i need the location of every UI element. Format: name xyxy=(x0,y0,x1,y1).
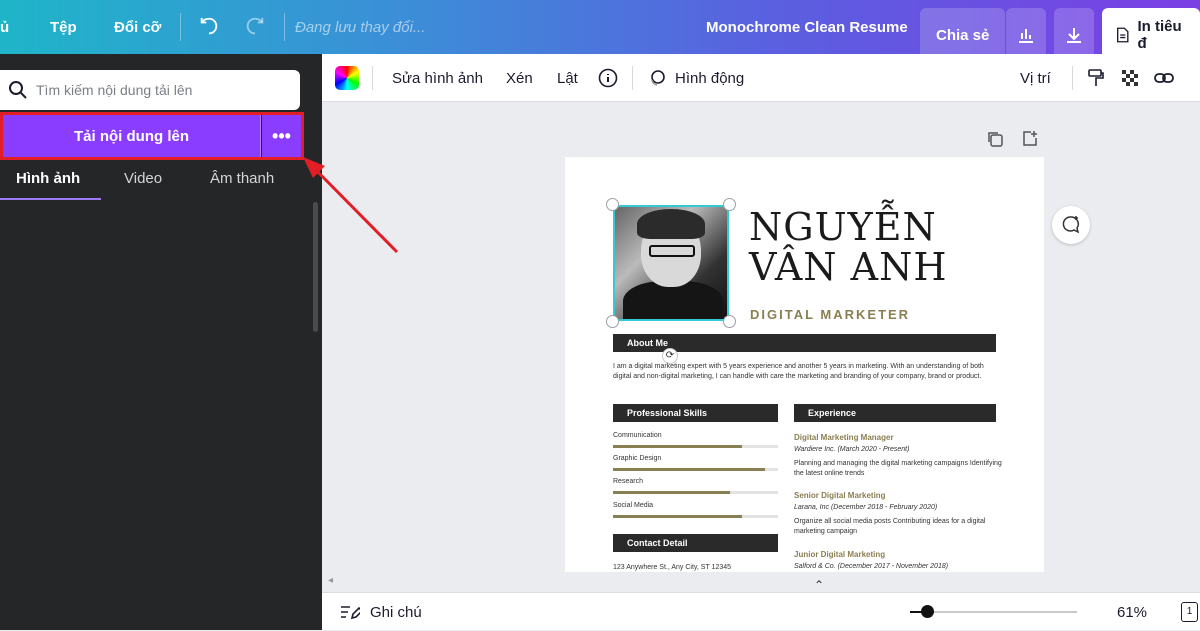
search-input[interactable]: Tìm kiếm nội dung tải lên xyxy=(0,70,300,110)
notes-button[interactable]: Ghi chú xyxy=(340,593,422,631)
skill-bar xyxy=(613,491,778,494)
upload-highlight-box: Tải nội dung lên ••• xyxy=(0,112,304,160)
experience-description[interactable]: Planning and managing the digital market… xyxy=(794,459,1004,478)
experience-title[interactable]: Junior Digital Marketing xyxy=(794,550,885,559)
experience-description[interactable]: Organize all social media posts Contribu… xyxy=(794,517,1004,536)
photo-body-shape xyxy=(623,281,723,319)
skill-bar xyxy=(613,515,778,518)
divider xyxy=(284,13,285,41)
photo-hair-shape xyxy=(637,209,705,239)
experience-title[interactable]: Digital Marketing Manager xyxy=(794,433,894,442)
zoom-slider-knob[interactable] xyxy=(921,605,934,618)
skill-bar-fill xyxy=(613,491,731,494)
experience-company[interactable]: Larana, Inc (December 2018 - February 20… xyxy=(794,504,937,511)
redo-icon[interactable] xyxy=(244,0,266,54)
more-options-button[interactable]: ••• xyxy=(262,115,301,157)
chevron-up-icon[interactable]: ⌃ xyxy=(814,578,824,592)
document-icon xyxy=(1117,27,1129,43)
color-swatch-icon xyxy=(335,66,359,90)
profile-photo[interactable] xyxy=(613,205,729,321)
name-line-1: NGUYỄN xyxy=(749,205,937,249)
upload-button[interactable]: Tải nội dung lên xyxy=(3,115,261,157)
animate-label: Hình động xyxy=(675,69,745,87)
contact-header[interactable]: Contact Detail xyxy=(613,534,778,552)
resume-name[interactable]: NGUYỄN VÂN ANH xyxy=(749,207,947,287)
transparency-icon[interactable] xyxy=(1120,54,1140,102)
add-page-icon[interactable] xyxy=(1021,130,1039,153)
duplicate-page-icon[interactable] xyxy=(986,130,1004,153)
name-line-2: VÂN ANH xyxy=(749,245,948,289)
experience-title[interactable]: Senior Digital Marketing xyxy=(794,491,886,500)
about-text[interactable]: I am a digital marketing expert with 5 y… xyxy=(613,362,998,381)
panel-scrollbar[interactable] xyxy=(313,202,318,332)
link-icon[interactable] xyxy=(1153,54,1175,102)
undo-icon[interactable] xyxy=(198,0,220,54)
zoom-level[interactable]: 61% xyxy=(1117,593,1147,631)
save-status: Đang lưu thay đổi... xyxy=(295,18,426,36)
copy-style-icon[interactable] xyxy=(1086,54,1106,102)
resize-handle[interactable] xyxy=(606,315,619,328)
animate-icon xyxy=(651,70,665,86)
skill-bar xyxy=(613,445,778,448)
scroll-left-icon[interactable]: ◂ xyxy=(328,575,333,586)
resume-page[interactable]: NGUYỄN VÂN ANH DIGITAL MARKETER About Me… xyxy=(565,157,1044,573)
skill-label: Communication xyxy=(613,432,662,439)
skill-bar-fill xyxy=(613,515,742,518)
active-tab-indicator xyxy=(0,198,101,200)
document-title[interactable]: Monochrome Clean Resume xyxy=(706,0,908,54)
resume-role[interactable]: DIGITAL MARKETER xyxy=(750,307,910,322)
tab-video[interactable]: Video xyxy=(124,170,162,187)
experience-company[interactable]: Salford & Co. (December 2017 - November … xyxy=(794,563,948,570)
divider xyxy=(372,66,373,90)
left-panel: Tìm kiếm nội dung tải lên Tải nội dung l… xyxy=(0,54,322,630)
top-bar: ủ Tệp Đổi cỡ Đang lưu thay đổi... Monoch… xyxy=(0,0,1200,62)
tab-audio[interactable]: Âm thanh xyxy=(210,170,274,187)
photo-glasses-shape xyxy=(649,245,695,257)
skill-label: Graphic Design xyxy=(613,455,662,462)
print-label: In tiêu đ xyxy=(1137,18,1182,52)
notes-icon xyxy=(341,606,360,620)
page-count-button[interactable]: 1 xyxy=(1181,602,1198,622)
divider xyxy=(1072,66,1073,90)
position-button[interactable]: Vị trí xyxy=(1020,54,1051,102)
edit-image-button[interactable]: Sửa hình ảnh xyxy=(392,54,483,102)
skill-label: Social Media xyxy=(613,502,654,509)
search-icon xyxy=(9,81,27,99)
resize-handle[interactable] xyxy=(723,315,736,328)
search-placeholder: Tìm kiếm nội dung tải lên xyxy=(36,82,193,98)
image-toolbar: Sửa hình ảnh Xén Lật Hình động Vị trí xyxy=(322,54,1200,102)
crop-button[interactable]: Xén xyxy=(506,54,533,102)
skills-header[interactable]: Professional Skills xyxy=(613,404,778,422)
experience-header[interactable]: Experience xyxy=(794,404,996,422)
resize-handle[interactable] xyxy=(606,198,619,211)
flip-button[interactable]: Lật xyxy=(557,54,578,102)
experience-company[interactable]: Wardiere Inc. (March 2020 - Present) xyxy=(794,446,909,453)
tab-images[interactable]: Hình ảnh xyxy=(16,170,80,187)
divider xyxy=(632,66,633,90)
home-menu[interactable]: ủ xyxy=(0,0,9,54)
file-menu[interactable]: Tệp xyxy=(50,0,77,54)
animate-button[interactable]: Hình động xyxy=(647,54,744,102)
skill-bar xyxy=(613,468,778,471)
info-icon[interactable] xyxy=(598,54,618,102)
resize-menu[interactable]: Đổi cỡ xyxy=(114,0,161,54)
color-picker[interactable] xyxy=(335,54,359,102)
horizontal-scroll-area[interactable]: ◂ ⌃ xyxy=(322,572,1200,592)
resize-handle[interactable] xyxy=(723,198,736,211)
divider xyxy=(180,13,181,41)
skill-bar-fill xyxy=(613,445,742,448)
skill-label: Research xyxy=(613,478,643,485)
zoom-slider-track[interactable] xyxy=(910,611,1077,613)
notes-label: Ghi chú xyxy=(370,603,422,621)
skill-bar-fill xyxy=(613,468,765,471)
add-comment-icon[interactable] xyxy=(1052,206,1090,244)
